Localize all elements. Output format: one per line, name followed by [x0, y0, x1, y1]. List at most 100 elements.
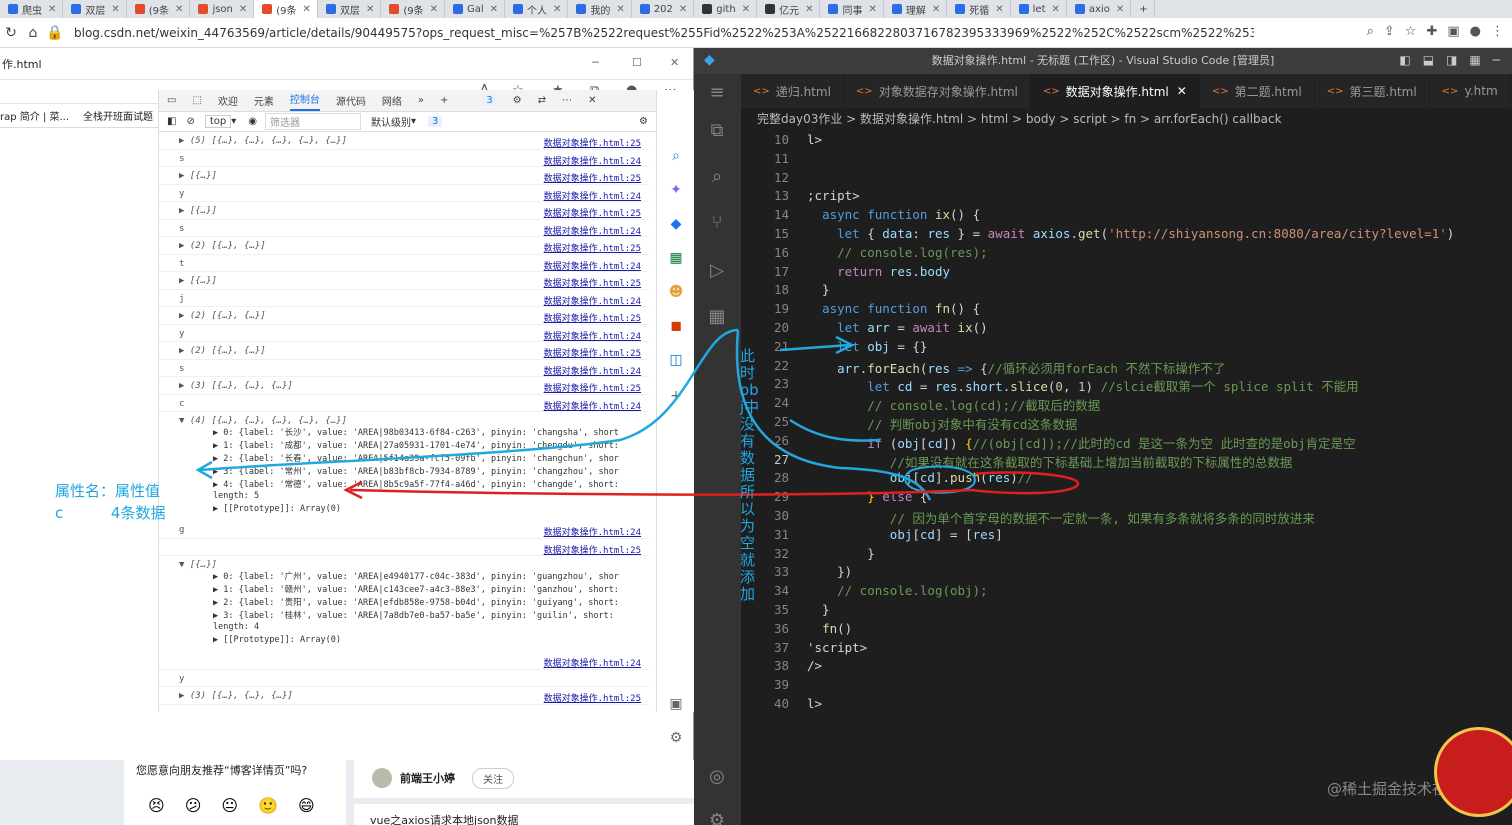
settings-icon[interactable]: ⚙	[513, 95, 522, 106]
tab-close-icon[interactable]: ✕	[48, 4, 56, 15]
console-source-link[interactable]: 数据对象操作.html:25	[544, 346, 641, 359]
code-line[interactable]: />	[807, 658, 822, 673]
zoom-icon[interactable]: ⌕	[1367, 24, 1374, 39]
bookmark-item[interactable]: rap 简介 | 菜...	[0, 108, 69, 123]
sparkle-icon[interactable]: ✦	[667, 182, 685, 200]
console-message[interactable]: s	[179, 224, 184, 234]
emoji-very-bad-icon[interactable]: 😣	[148, 796, 165, 815]
editor-tab[interactable]: <> 递归.html	[741, 74, 844, 108]
object-property-line[interactable]: ▶ 1: {label: '成都', value: 'AREA|27a05931…	[179, 439, 649, 452]
console-source-link[interactable]: 数据对象操作.html:24	[544, 656, 641, 669]
minimize-icon[interactable]: ─	[1493, 53, 1500, 67]
code-line[interactable]: fn()	[807, 621, 852, 636]
code-line[interactable]: async function ix() {	[807, 207, 980, 222]
close-devtools-icon[interactable]: ✕	[588, 95, 596, 106]
console-source-link[interactable]: 数据对象操作.html:24	[544, 329, 641, 342]
panel-icon[interactable]: ▣	[667, 696, 685, 714]
code-line[interactable]: l>	[807, 132, 822, 147]
code-line[interactable]: }	[807, 282, 830, 297]
tab-console[interactable]: 控制台	[289, 91, 320, 111]
console-source-link[interactable]: 数据对象操作.html:25	[544, 381, 641, 394]
browser-tab[interactable]: 个人 ✕	[505, 0, 569, 18]
briefcase-icon[interactable]: ▦	[667, 250, 685, 268]
console-message[interactable]: y	[179, 189, 184, 199]
console-message[interactable]: ▶ [{…}]	[179, 171, 217, 181]
browser-tab[interactable]: 我的 ✕	[568, 0, 632, 18]
object-property-line[interactable]: ▶ 0: {label: '广州', value: 'AREA|e4940177…	[179, 570, 649, 583]
object-property-line[interactable]: length: 4	[179, 622, 649, 635]
object-property-line[interactable]: ▶ 2: {label: '贵阳', value: 'AREA|efdb858e…	[179, 596, 649, 609]
tab-close-icon[interactable]: ✕	[616, 4, 624, 15]
more-icon[interactable]: ⋯	[562, 95, 572, 106]
extension-icon[interactable]: ✚	[1426, 24, 1437, 39]
console-message[interactable]: s	[179, 154, 184, 164]
office-icon[interactable]: ◼	[667, 318, 685, 336]
new-tab-icon[interactable]: +	[1131, 0, 1155, 18]
filter-input[interactable]: 筛选器	[265, 113, 361, 130]
code-line[interactable]: }	[807, 546, 875, 561]
editor-tab[interactable]: <> 数据对象操作.html ✕	[1030, 74, 1200, 108]
code-line[interactable]: arr.forEach(res => {//循环必须用forEach 不然下标操…	[807, 358, 1225, 377]
code-line[interactable]: obj[cd] = [res]	[807, 527, 1003, 542]
object-property-line[interactable]: ▶ 3: {label: '桂林', value: 'AREA|7a8db7e0…	[179, 609, 649, 622]
tab-close-icon[interactable]: ✕	[303, 4, 311, 15]
sidebar-toggle-icon[interactable]: ◧	[167, 116, 176, 127]
emoji-bad-icon[interactable]: 😕	[185, 796, 202, 815]
browser-tab[interactable]: 双层 ✕	[318, 0, 382, 18]
tag-icon[interactable]: ◆	[667, 216, 685, 234]
console-message[interactable]: ▶ (5) [{…}, {…}, {…}, {…}, {…}]	[179, 136, 347, 146]
browser-tab[interactable]: Gal ✕	[445, 0, 506, 18]
console-source-link[interactable]: 数据对象操作.html:25	[544, 136, 641, 149]
console-source-link[interactable]: 数据对象操作.html:25	[544, 241, 641, 254]
close-tab-icon[interactable]: ✕	[1177, 84, 1187, 98]
tab-close-icon[interactable]: ✕	[868, 4, 876, 15]
console-message[interactable]: y	[179, 329, 184, 339]
console-settings-icon[interactable]: ⚙	[639, 116, 648, 127]
console-message[interactable]: ▶ [{…}]	[179, 206, 217, 216]
console-message[interactable]: ▶ (2) [{…}, {…}]	[179, 311, 266, 321]
browser-tab[interactable]: gith ✕	[694, 0, 758, 18]
console-source-link[interactable]: 数据对象操作.html:24	[544, 364, 641, 377]
object-property-line[interactable]: length: 5	[179, 491, 649, 504]
editor-tab[interactable]: <> y.htm	[1430, 74, 1511, 108]
menu-icon[interactable]: ≡	[705, 82, 729, 106]
menu-icon[interactable]: ⋮	[1491, 24, 1504, 39]
people-icon[interactable]: ☻	[667, 284, 685, 302]
home-icon[interactable]: ⌂	[22, 25, 44, 41]
author-name[interactable]: 前端王小婷	[400, 770, 455, 786]
tab-close-icon[interactable]: ✕	[742, 4, 750, 15]
code-line[interactable]: return res.body	[807, 264, 950, 279]
tab-close-icon[interactable]: ✕	[995, 4, 1003, 15]
console-message[interactable]: ▶ (2) [{…}, {…}]	[179, 346, 266, 356]
tab-close-icon[interactable]: ✕	[111, 4, 119, 15]
object-property-line[interactable]: ▶ [[Prototype]]: Array(0)	[179, 504, 649, 517]
tab-close-icon[interactable]: ✕	[679, 4, 687, 15]
more-tabs-icon[interactable]: »	[418, 95, 424, 106]
code-line[interactable]: async function fn() {	[807, 301, 980, 316]
browser-tab[interactable]: (9条 ✕	[254, 0, 318, 18]
avatar[interactable]	[372, 768, 392, 788]
code-line[interactable]: let cd = res.short.slice(0, 1) //slcie截取…	[807, 376, 1358, 395]
console-source-link[interactable]: 数据对象操作.html:24	[544, 224, 641, 237]
expanded-head[interactable]: ▼ (4) [{…}, {…}, {…}, {…}, {…}]	[179, 416, 649, 426]
tab-close-icon[interactable]: ✕	[175, 4, 183, 15]
account-icon[interactable]: ◎	[705, 766, 729, 790]
manage-gear-icon[interactable]: ⚙	[705, 810, 729, 825]
console-source-link[interactable]: 数据对象操作.html:25	[544, 171, 641, 184]
console-source-link[interactable]: 数据对象操作.html:25	[544, 543, 641, 556]
device-icon[interactable]: ▭	[167, 95, 176, 106]
code-line[interactable]: if (obj[cd]) {//(obj[cd]);//此时的cd 是这一条为空…	[807, 433, 1355, 452]
code-line[interactable]: // console.log(res);	[807, 245, 988, 260]
code-editor[interactable]: 10 l> 11 12 13 ;cript> 14 async function ix() …	[741, 132, 1512, 825]
object-property-line[interactable]: ▶ 1: {label: '赣州', value: 'AREA|c143cee7…	[179, 583, 649, 596]
console-message[interactable]: ▶ (3) [{…}, {…}, {…}]	[179, 381, 293, 391]
filter-issues-badge[interactable]: 3	[428, 116, 443, 127]
console-message[interactable]: g	[179, 525, 184, 535]
browser-tab[interactable]: axio ✕	[1067, 0, 1132, 18]
tab-close-icon[interactable]: ✕	[239, 4, 247, 15]
object-property-line[interactable]: ▶ [[Prototype]]: Array(0)	[179, 635, 649, 648]
browser-tab[interactable]: 理解 ✕	[884, 0, 948, 18]
console-source-link[interactable]: 数据对象操作.html:25	[544, 206, 641, 219]
console-source-link[interactable]: 数据对象操作.html:24	[544, 525, 641, 538]
explorer-icon[interactable]: ⧉	[705, 120, 729, 144]
